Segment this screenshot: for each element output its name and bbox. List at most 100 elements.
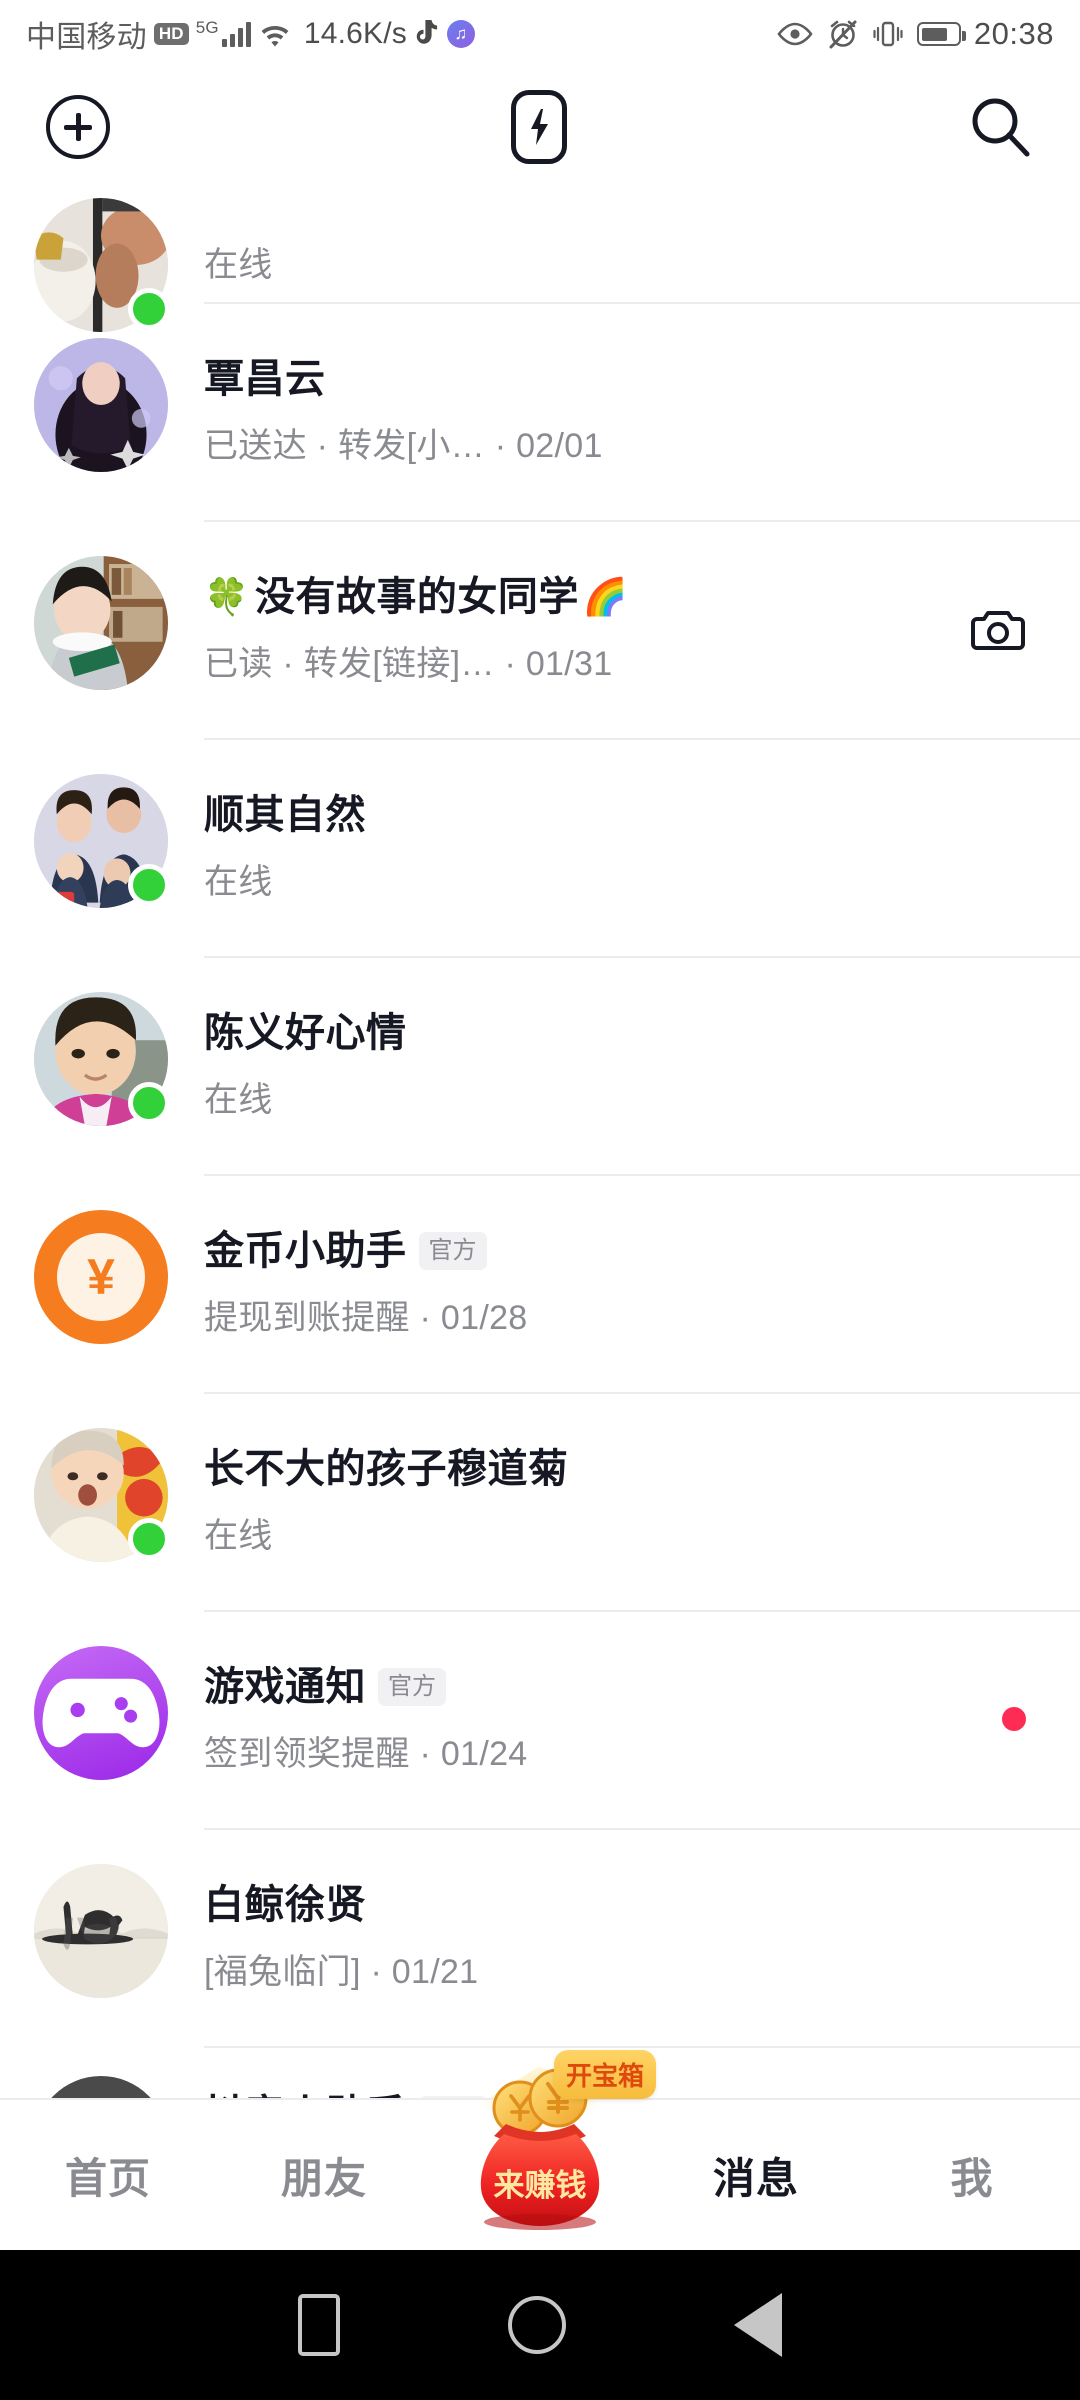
avatar[interactable]	[34, 774, 170, 908]
list-item-name: 没有故事的女同学	[254, 575, 579, 619]
clock-label: 20:38	[973, 16, 1054, 51]
list-item-subtitle: 在线	[204, 863, 273, 901]
tab-profile[interactable]: 我	[864, 2145, 1080, 2206]
list-item-content: 在线	[204, 237, 1080, 302]
list-item[interactable]: 在线	[0, 186, 1080, 332]
hd-badge: HD	[153, 22, 189, 46]
list-item[interactable]: ¥ 金币小助手 官方 提现到账提醒 · 01/28	[0, 1174, 1080, 1392]
list-item-title-row: 🍀 没有故事的女同学 🌈	[204, 572, 1040, 622]
treasure-box-badge[interactable]: 开宝箱	[554, 2050, 657, 2099]
list-item-content: 覃昌云 已送达 · 转发[小… · 02/01	[204, 302, 1080, 467]
avatar[interactable]	[34, 2076, 168, 2098]
list-item-action	[1002, 1707, 1026, 1731]
search-button[interactable]	[968, 94, 1034, 160]
music-icon: ♫	[447, 20, 475, 48]
tab-earn-money[interactable]: 来赚钱 开宝箱	[432, 2050, 657, 2250]
back-triangle-icon[interactable]	[734, 2293, 782, 2357]
status-bar: 中国移动 HD 5G 14.6K/s ♫ 20:38	[0, 0, 1080, 68]
list-item-subtitle: 已读 · 转发[链接]… · 01/31	[204, 645, 613, 683]
avatar-image	[34, 1864, 168, 1998]
avatar[interactable]	[34, 556, 168, 690]
avatar-image	[34, 338, 168, 472]
list-item-content: 白鲸徐贤 [福兔临门] · 01/21	[204, 1828, 1080, 1993]
avatar[interactable]	[34, 1864, 168, 1998]
status-bar-left: 中国移动 HD 5G 14.6K/s ♫	[26, 12, 475, 56]
list-item-content: 金币小助手 官方 提现到账提醒 · 01/28	[204, 1174, 1080, 1339]
list-item-subtitle: 在线	[204, 1081, 273, 1119]
carrier-label: 中国移动	[26, 21, 147, 54]
online-status-dot	[128, 1082, 170, 1124]
list-item-subtitle: 在线	[204, 1517, 273, 1555]
tab-home[interactable]: 首页	[0, 2145, 216, 2206]
list-item[interactable]: 顺其自然 在线	[0, 738, 1080, 956]
list-item[interactable]: 陈义好心情 在线	[0, 956, 1080, 1174]
avatar-image	[34, 556, 168, 690]
clover-emoji: 🍀	[204, 576, 249, 617]
list-item-title-row: 白鲸徐贤	[204, 1880, 1040, 1930]
yen-symbol: ¥	[57, 1233, 145, 1321]
list-item-action[interactable]	[970, 601, 1026, 657]
tab-friends[interactable]: 朋友	[216, 2145, 432, 2206]
vibrate-icon	[872, 19, 904, 49]
network-type-label: 5G	[195, 18, 219, 37]
avatar[interactable]	[34, 992, 170, 1126]
list-item-title-row: 覃昌云	[204, 354, 1040, 404]
list-item-subtitle: [福兔临门] · 01/21	[204, 1953, 479, 1991]
list-item-name: 陈义好心情	[204, 1011, 407, 1055]
list-item-name: 长不大的孩子穆道菊	[204, 1447, 569, 1491]
battery-icon	[916, 22, 966, 46]
tab-messages[interactable]: 消息	[648, 2145, 864, 2206]
list-item-subtitle: 在线	[204, 246, 273, 284]
coin-yen-icon: ¥	[34, 1210, 168, 1344]
recents-square-icon[interactable]	[298, 2294, 340, 2356]
list-item-content: 顺其自然 在线	[204, 738, 1080, 903]
list-item[interactable]: 白鲸徐贤 [福兔临门] · 01/21	[0, 1828, 1080, 2046]
add-button[interactable]	[46, 95, 110, 159]
list-item[interactable]: 长不大的孩子穆道菊 在线	[0, 1392, 1080, 1610]
list-item-title-row: 陈义好心情	[204, 1008, 1040, 1058]
wifi-icon	[258, 20, 292, 48]
conversation-list[interactable]: 在线 覃昌云 已送达 · 转发[小… · 02/01 🍀 没有故事的女同学 🌈 …	[0, 186, 1080, 2098]
bottom-navigation: 首页 朋友 来赚钱 开宝箱 消息 我	[0, 2050, 1080, 2250]
top-bar	[0, 68, 1080, 186]
online-status-dot	[128, 1518, 170, 1560]
list-item-content: 陈义好心情 在线	[204, 956, 1080, 1121]
list-item-name: 抖音小助手	[204, 2090, 407, 2098]
signal-bars-icon	[221, 21, 251, 47]
status-bar-right: 20:38	[776, 16, 1054, 52]
avatar[interactable]	[34, 338, 168, 472]
list-item-title-row: 游戏通知 官方	[204, 1662, 1040, 1712]
flash-button[interactable]	[511, 90, 567, 164]
eye-icon	[776, 21, 814, 47]
list-item-content: 🍀 没有故事的女同学 🌈 已读 · 转发[链接]… · 01/31	[204, 520, 1080, 685]
list-item-name: 覃昌云	[204, 357, 326, 401]
network-speed-label: 14.6K/s	[303, 17, 407, 50]
list-item-subtitle: 提现到账提醒 · 01/28	[204, 1299, 528, 1337]
list-item-name: 白鲸徐贤	[204, 1883, 366, 1927]
tiktok-icon	[414, 19, 440, 49]
list-item-name: 金币小助手	[204, 1229, 407, 1273]
camera-icon[interactable]	[970, 601, 1026, 657]
rainbow-emoji: 🌈	[582, 576, 628, 617]
game-controller-icon	[34, 1646, 168, 1780]
avatar-image	[34, 2076, 168, 2098]
list-item-name: 游戏通知	[204, 1665, 366, 1709]
plus-circle-icon	[46, 95, 110, 159]
app-screen: 中国移动 HD 5G 14.6K/s ♫ 20:38 在线 覃昌云 已送达 · …	[0, 0, 1080, 2400]
list-item[interactable]: 🍀 没有故事的女同学 🌈 已读 · 转发[链接]… · 01/31	[0, 520, 1080, 738]
list-item-title-row: 顺其自然	[204, 790, 1040, 840]
list-item[interactable]: 游戏通知 官方 签到领奖提醒 · 01/24	[0, 1610, 1080, 1828]
avatar[interactable]	[34, 1646, 168, 1780]
status-badge: 官方	[378, 1667, 446, 1707]
list-item-title-row: 长不大的孩子穆道菊	[204, 1444, 1040, 1494]
list-item-subtitle: 已送达 · 转发[小… · 02/01	[204, 427, 603, 465]
home-circle-icon[interactable]	[508, 2296, 566, 2354]
avatar[interactable]: ¥	[34, 1210, 168, 1344]
list-item-content: 长不大的孩子穆道菊 在线	[204, 1392, 1080, 1557]
unread-badge	[1002, 1707, 1026, 1731]
list-item-name: 顺其自然	[204, 793, 366, 837]
status-badge: 官方	[418, 1231, 487, 1271]
avatar[interactable]	[34, 1428, 170, 1562]
list-item[interactable]: 覃昌云 已送达 · 转发[小… · 02/01	[0, 302, 1080, 520]
flash-icon	[511, 90, 567, 164]
